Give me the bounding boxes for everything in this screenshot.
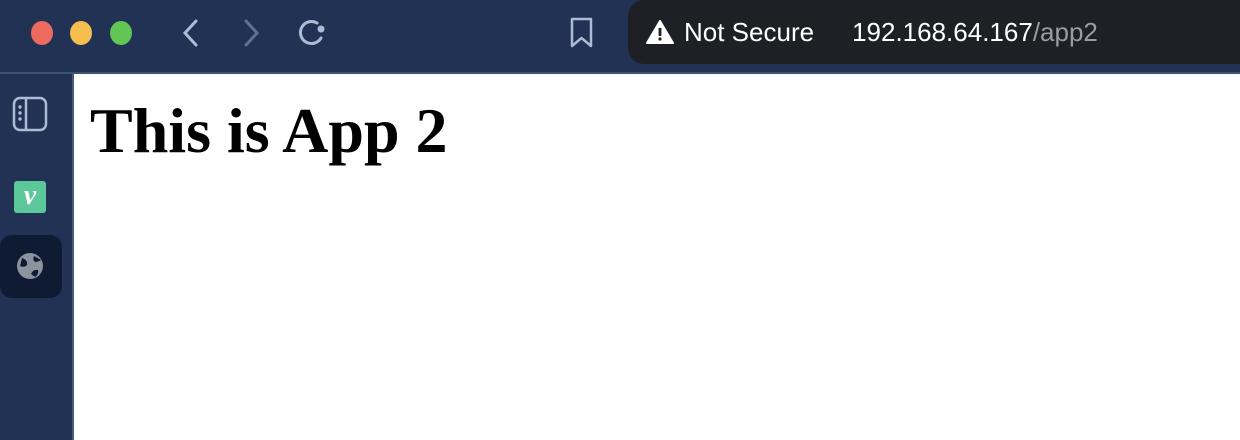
page-heading: This is App 2	[90, 95, 448, 166]
sidebar-toggle-icon[interactable]	[12, 96, 48, 132]
url-host: 192.168.64.167	[852, 16, 1033, 47]
security-label: Not Secure	[684, 16, 815, 47]
browser-toolbar: Not Secure 192.168.64.167/app2	[0, 0, 1240, 72]
url-path: /app2	[1032, 16, 1098, 47]
back-icon[interactable]	[180, 18, 204, 48]
warning-icon	[646, 20, 674, 44]
minimize-window-button[interactable]	[70, 21, 92, 45]
reload-icon[interactable]	[296, 16, 330, 50]
maximize-window-button[interactable]	[110, 21, 132, 45]
vimeo-icon[interactable]: v	[14, 181, 46, 213]
bookmark-icon[interactable]	[567, 16, 597, 50]
close-window-button[interactable]	[31, 21, 53, 45]
sidebar-item-globe[interactable]	[0, 235, 62, 298]
page-content: This is App 2	[72, 74, 1240, 440]
sidebar: v	[0, 74, 70, 440]
globe-icon	[17, 253, 43, 279]
forward-icon[interactable]	[240, 18, 264, 48]
address-bar[interactable]: Not Secure 192.168.64.167/app2	[628, 0, 1240, 64]
